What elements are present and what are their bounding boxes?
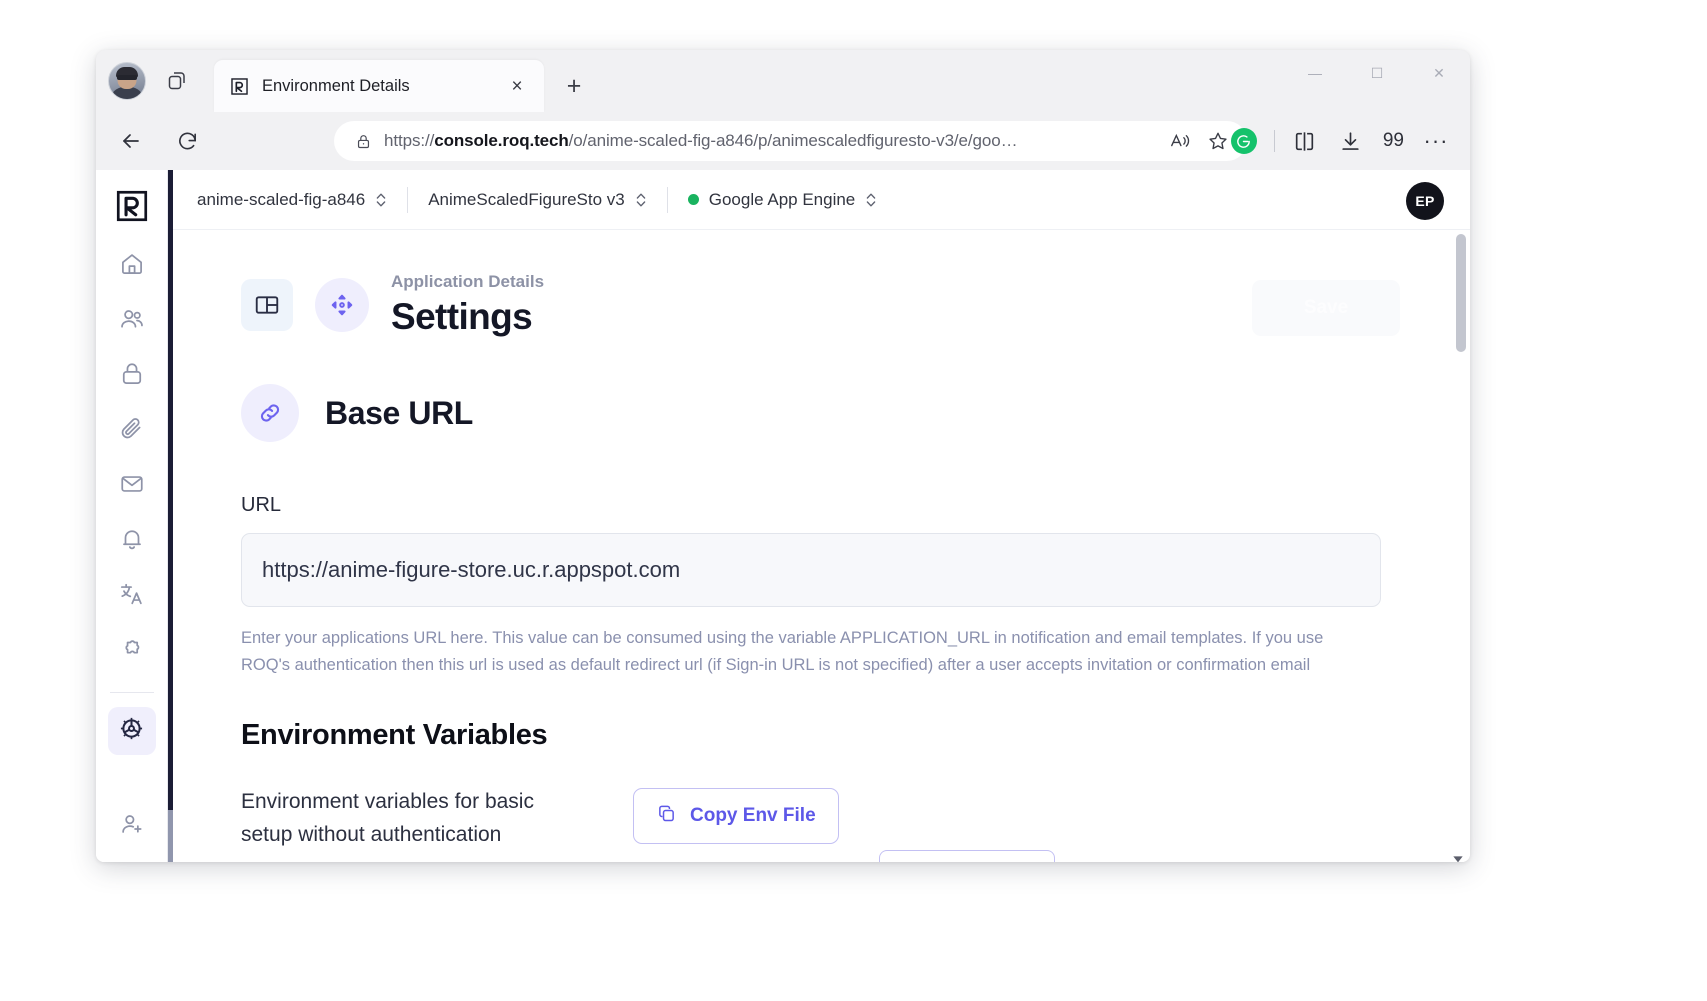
- lock-icon: [119, 361, 145, 392]
- layout-panel-icon: [241, 279, 293, 331]
- scrollbar-thumb[interactable]: [1456, 234, 1466, 352]
- downloads-icon[interactable]: [1329, 121, 1373, 161]
- user-plus-icon: [119, 811, 145, 842]
- copy-env-file-label: Copy Env File: [690, 805, 816, 827]
- environment-variables-description: Environment variables for basic setup wi…: [241, 790, 534, 846]
- save-button[interactable]: Save: [1252, 280, 1400, 336]
- breadcrumb-organization[interactable]: anime-scaled-fig-a846: [197, 190, 387, 210]
- app-header: anime-scaled-fig-a846 AnimeScaledFigureS…: [173, 170, 1470, 230]
- sidebar-item-notifications[interactable]: [108, 517, 156, 565]
- minimize-button[interactable]: —: [1284, 50, 1346, 96]
- browser-window: Environment Details × + — ☐ ✕ https://co…: [96, 50, 1470, 862]
- environment-variables-row: Environment variables for basic setup wi…: [241, 786, 1400, 851]
- sidebar-item-plugins[interactable]: [108, 627, 156, 675]
- maximize-button[interactable]: ☐: [1346, 50, 1408, 96]
- breadcrumb-project-label: AnimeScaledFigureSto v3: [428, 189, 625, 209]
- page-viewport: anime-scaled-fig-a846 AnimeScaledFigureS…: [96, 170, 1470, 862]
- browser-toolbar-right: 99 ···: [1222, 121, 1458, 161]
- breadcrumb-environment-label: Google App Engine: [708, 189, 856, 209]
- copy-icon: [656, 803, 677, 830]
- sidebar-item-security[interactable]: [108, 352, 156, 400]
- grammarly-badge: [1230, 128, 1257, 154]
- roq-logo-icon: [228, 75, 250, 97]
- base-url-heading: Base URL: [325, 394, 473, 431]
- url-text: https://console.roq.tech/o/anime-scaled-…: [384, 131, 1018, 150]
- back-icon[interactable]: [110, 120, 152, 162]
- breadcrumb-separator: [666, 186, 668, 213]
- translate-icon: [119, 581, 145, 612]
- page-header: Application Details Settings Save: [241, 272, 1400, 338]
- sidebar-item-files[interactable]: [108, 407, 156, 455]
- window-controls: — ☐ ✕: [1284, 50, 1470, 96]
- reload-icon[interactable]: [166, 120, 208, 162]
- browser-menu-icon[interactable]: ···: [1414, 121, 1458, 161]
- url-input[interactable]: https://anime-figure-store.uc.r.appspot.…: [241, 533, 1381, 607]
- new-tab-button[interactable]: +: [558, 70, 590, 102]
- breadcrumb-project[interactable]: AnimeScaledFigureSto v3: [428, 190, 647, 210]
- sidebar-item-mail[interactable]: [108, 462, 156, 510]
- gear-icon: [118, 715, 145, 747]
- download-count[interactable]: 99: [1375, 130, 1412, 152]
- page-eyebrow: Application Details: [391, 272, 545, 291]
- bell-icon: [119, 526, 145, 557]
- screenshot-root: Environment Details × + — ☐ ✕ https://co…: [0, 0, 1707, 1001]
- url-field-label: URL: [241, 494, 282, 516]
- breadcrumb-organization-label: anime-scaled-fig-a846: [197, 189, 366, 209]
- page-title-group: Application Details Settings: [391, 272, 544, 338]
- url-helper-text: Enter your applications URL here. This v…: [241, 629, 1324, 675]
- browser-navbar: https://console.roq.tech/o/anime-scaled-…: [96, 112, 1470, 170]
- page-title: Settings: [391, 296, 533, 337]
- breadcrumb-separator: [407, 186, 409, 213]
- avatar-glasses: [117, 75, 137, 80]
- sidebar-item-settings[interactable]: [107, 707, 156, 755]
- envelope-icon: [119, 471, 145, 502]
- sidebar-divider: [109, 692, 154, 693]
- tab-title: Environment Details: [262, 76, 410, 95]
- chevron-updown-icon[interactable]: [635, 190, 647, 210]
- toolbar-divider: [1273, 130, 1275, 152]
- close-icon[interactable]: ×: [504, 73, 530, 99]
- puzzle-icon: [119, 636, 145, 667]
- users-icon: [119, 306, 145, 337]
- tab-groups-icon[interactable]: [160, 64, 194, 98]
- scroll-down-icon[interactable]: [1450, 851, 1466, 862]
- sidebar-item-users[interactable]: [108, 297, 156, 345]
- base-url-section-header: Base URL: [241, 384, 1400, 442]
- environment-variables-heading: Environment Variables: [241, 719, 548, 752]
- copy-env-file-button[interactable]: Copy Env File: [633, 788, 839, 845]
- page-scrollbar[interactable]: [1453, 234, 1466, 862]
- window-close-button[interactable]: ✕: [1408, 50, 1470, 96]
- user-avatar[interactable]: EP: [1406, 182, 1444, 220]
- lock-icon: [352, 133, 374, 150]
- move-arrows-icon: [315, 278, 369, 332]
- sidebar-item-translations[interactable]: [108, 572, 156, 620]
- paperclip-icon: [119, 416, 145, 447]
- split-screen-icon[interactable]: [1283, 121, 1327, 161]
- status-dot: [687, 194, 699, 205]
- read-aloud-icon[interactable]: [1163, 124, 1197, 158]
- chevron-updown-icon[interactable]: [865, 190, 877, 210]
- sidebar-item-home[interactable]: [108, 242, 156, 290]
- app-sidebar: [96, 170, 168, 862]
- roq-logo-icon[interactable]: [110, 184, 154, 228]
- browser-tab-strip: Environment Details × + — ☐ ✕: [96, 50, 1470, 112]
- sidebar-item-invite-user[interactable]: [108, 802, 156, 850]
- grammarly-extension-icon[interactable]: [1222, 121, 1266, 161]
- address-bar[interactable]: https://console.roq.tech/o/anime-scaled-…: [334, 121, 1247, 161]
- main-content: Application Details Settings Save Base U…: [173, 230, 1470, 862]
- link-icon: [241, 384, 299, 442]
- home-icon: [119, 251, 145, 282]
- chevron-updown-icon[interactable]: [375, 190, 387, 210]
- browser-tab[interactable]: Environment Details ×: [214, 60, 544, 112]
- profile-avatar[interactable]: [108, 62, 146, 100]
- breadcrumb-environment[interactable]: Google App Engine: [687, 189, 878, 210]
- env-file-preview-edge: [879, 850, 1055, 862]
